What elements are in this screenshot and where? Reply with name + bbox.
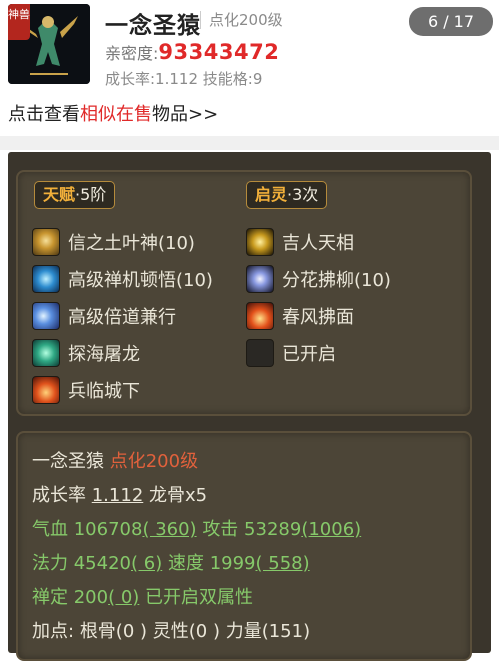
talent-tag: 天赋·5阶 <box>34 181 116 209</box>
flame-army-icon <box>32 376 60 404</box>
zen-row: 禅定 200( 0) 已开启双属性 <box>32 583 253 609</box>
spirit-tag-name: 启灵 <box>255 185 288 204</box>
similar-items-link[interactable]: 点击查看相似在售物品>> <box>8 100 218 126</box>
points-row: 加点: 根骨(0 ) 灵性(0 ) 力量(151) <box>32 617 310 643</box>
atk-value: 53289 <box>244 519 302 540</box>
zen-value: 200 <box>73 587 109 608</box>
item-header: 神兽 一念圣猿 点化200级 6 / 17 亲密度:93343472 成长率:1… <box>0 0 499 136</box>
talent-skill-name: 探海屠龙 <box>68 344 140 365</box>
intimacy-value: 93343472 <box>158 40 280 64</box>
talent-tag-name: 天赋 <box>43 185 76 204</box>
mp-value: 45420 <box>73 553 131 574</box>
growth-row: 成长率 1.112 龙骨x5 <box>32 481 207 507</box>
similar-suffix: 物品>> <box>152 104 219 125</box>
hp-value: 106708 <box>73 519 143 540</box>
talent-skill-2[interactable]: 高级禅机顿悟(10) <box>32 264 213 294</box>
points-values: 根骨(0 ) 灵性(0 ) 力量(151) <box>79 621 311 642</box>
spd-label: 速度 <box>167 553 204 574</box>
spirit-skill-4[interactable]: 已开启 <box>246 338 336 368</box>
spirit-tag-level: ·3次 <box>287 185 319 204</box>
talent-skill-3[interactable]: 高级倍道兼行 <box>32 301 176 331</box>
stats-pet-name: 一念圣猿 <box>32 451 104 472</box>
flower-burst-icon <box>246 265 274 293</box>
mp-spd-row: 法力 45420( 6) 速度 1999( 558) <box>32 549 310 575</box>
similar-highlight[interactable]: 相似在售 <box>80 104 152 125</box>
spirit-skill-name: 春风拂面 <box>282 307 354 328</box>
intimacy-label: 亲密度: <box>105 44 159 63</box>
talent-skill-1[interactable]: 信之土叶神(10) <box>32 227 195 257</box>
spirit-tag: 启灵·3次 <box>246 181 328 209</box>
dual-attribute: 已开启双属性 <box>145 587 254 608</box>
zen-label: 禅定 <box>32 587 68 608</box>
pet-thumbnail[interactable]: 神兽 <box>8 4 90 84</box>
title-divider <box>200 11 201 29</box>
talent-tag-level: ·5阶 <box>75 185 107 204</box>
talent-skill-name: 高级禅机顿悟(10) <box>68 270 213 291</box>
atk-bonus: (1006) <box>301 519 362 540</box>
spirit-skill-name: 吉人天相 <box>282 233 354 254</box>
spd-bonus: ( 558) <box>255 553 310 574</box>
scroll-glyph-icon <box>32 228 60 256</box>
growth-label: 成长率 <box>32 485 86 506</box>
wind-swirl-icon <box>32 302 60 330</box>
similar-prefix: 点击查看 <box>8 104 80 125</box>
intimacy-row: 亲密度:93343472 <box>105 40 279 64</box>
talent-skill-name: 兵临城下 <box>68 381 140 402</box>
pet-name: 一念圣猿 <box>105 13 201 39</box>
stats-title-row: 一念圣猿 点化200级 <box>32 447 198 473</box>
hp-label: 气血 <box>32 519 68 540</box>
talent-skill-5[interactable]: 兵临城下 <box>32 375 140 405</box>
growth-value: 1.112 <box>91 485 144 506</box>
dragon-bone: 龙骨x5 <box>149 485 208 506</box>
dragon-icon <box>32 339 60 367</box>
growth-skill-slots: 成长率:1.112 技能格:9 <box>105 70 263 88</box>
hp-bonus: ( 360) <box>142 519 197 540</box>
pet-level: 点化200级 <box>209 11 283 29</box>
spd-value: 1999 <box>209 553 256 574</box>
spirit-skill-2[interactable]: 分花拂柳(10) <box>246 264 391 294</box>
mp-bonus: ( 6) <box>131 553 163 574</box>
points-label: 加点: <box>32 621 75 642</box>
talent-skill-4[interactable]: 探海屠龙 <box>32 338 140 368</box>
atk-label: 攻击 <box>202 519 239 540</box>
spirit-skill-3[interactable]: 春风拂面 <box>246 301 354 331</box>
spirit-skill-name: 已开启 <box>282 344 336 365</box>
golden-figure-icon <box>246 228 274 256</box>
mp-label: 法力 <box>32 553 68 574</box>
talent-skill-name: 信之土叶神(10) <box>68 233 195 254</box>
hp-atk-row: 气血 106708( 360) 攻击 53289(1006) <box>32 515 361 541</box>
spirit-skill-1[interactable]: 吉人天相 <box>246 227 354 257</box>
empty-slot-icon <box>246 339 274 367</box>
page-indicator: 6 / 17 <box>409 7 493 36</box>
spring-fire-icon <box>246 302 274 330</box>
zen-energy-icon <box>32 265 60 293</box>
talent-skill-name: 高级倍道兼行 <box>68 307 176 328</box>
spirit-skill-name: 分花拂柳(10) <box>282 270 391 291</box>
stats-pet-level: 点化200级 <box>109 451 199 472</box>
divine-beast-badge: 神兽 <box>8 4 30 40</box>
zen-bonus: ( 0) <box>108 587 140 608</box>
section-gap <box>0 136 499 150</box>
